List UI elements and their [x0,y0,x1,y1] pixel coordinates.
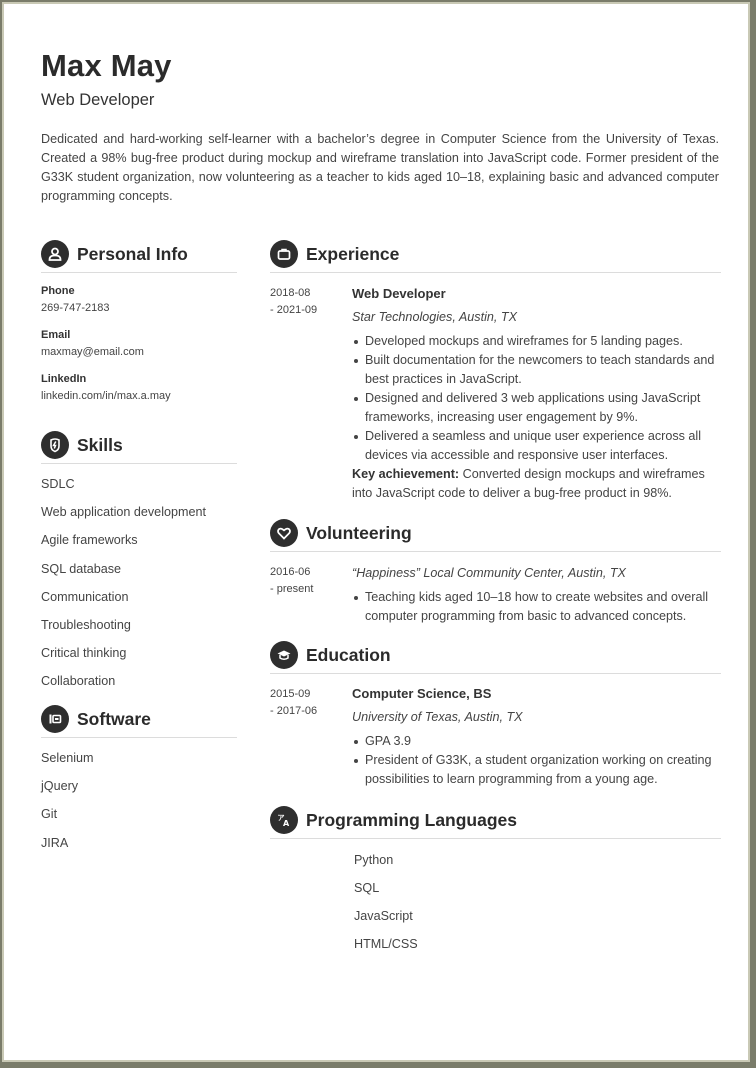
skill-item: Agile frameworks [41,533,138,548]
svg-text:A: A [283,819,290,828]
bullet-item: Built documentation for the newcomers to… [354,351,722,389]
section-volunteering: Volunteering [270,519,721,552]
language-item: HTML/CSS [354,937,418,951]
candidate-title: Web Developer [41,91,155,109]
graduation-cap-icon [270,641,298,669]
bullet-item: Developed mockups and wireframes for 5 l… [354,332,722,351]
heart-icon [270,519,298,547]
date-start: 2018-08 [270,287,311,299]
section-skills: Skills [41,431,237,464]
section-title: Skills [77,434,123,455]
education-bullets: GPA 3.9 President of G33K, a student org… [352,732,722,789]
volunteering-bullets: Teaching kids aged 10–18 how to create w… [352,588,722,626]
skill-item: Web application development [41,505,206,520]
job-title: Web Developer [352,286,446,301]
software-item: jQuery [41,779,79,794]
date-end: - 2017-06 [270,705,318,717]
key-achievement: Key achievement: Converted design mockup… [352,465,722,503]
lightning-shield-icon [41,431,69,459]
school: University of Texas, Austin, TX [352,710,523,724]
bullet-item: President of G33K, a student organizatio… [354,751,722,789]
software-list: Selenium jQuery Git JIRA [41,750,237,863]
section-title: Education [306,644,391,665]
date-start: 2015-09 [270,688,311,700]
date-end: - present [270,583,314,595]
section-title: Volunteering [306,522,412,543]
translate-icon: アA [270,806,298,834]
bullet-item: Delivered a seamless and unique user exp… [354,427,722,465]
section-title: Programming Languages [306,809,518,830]
language-item: Python [354,853,394,867]
software-item: Git [41,807,58,822]
email-label: Email [41,329,71,341]
skill-item: SDLC [41,477,75,491]
phone-value: 269-747-2183 [41,302,110,314]
volunteering-entry: “Happiness” Local Community Center, Aust… [352,559,722,626]
linkedin-value: linkedin.com/in/max.a.may [41,390,171,402]
resume-page: Max May Web Developer Dedicated and hard… [2,2,750,1062]
degree: Computer Science, BS [352,686,492,701]
section-title: Personal Info [77,243,188,264]
bullet-item: Teaching kids aged 10–18 how to create w… [354,588,722,626]
skill-item: Troubleshooting [41,617,131,632]
user-icon [41,240,69,268]
section-title: Software [77,708,151,729]
software-item: JIRA [41,835,69,850]
software-item: Selenium [41,751,94,765]
language-item: JavaScript [354,909,413,923]
bullet-item: GPA 3.9 [354,732,722,751]
experience-entry: Web Developer Star Technologies, Austin,… [352,285,722,503]
email-value: maxmay@email.com [41,346,144,358]
bullet-item: Designed and delivered 3 web application… [354,389,722,427]
volunteering-dates: 2016-06 - present [270,564,340,598]
skill-item: SQL database [41,561,122,576]
summary: Dedicated and hard-working self-learner … [41,132,719,203]
software-icon [41,705,69,733]
key-achievement-label: Key achievement: [352,467,460,481]
skill-item: Critical thinking [41,646,127,661]
skill-item: Communication [41,589,129,604]
candidate-name: Max May [41,48,172,83]
date-end: - 2021-09 [270,304,318,316]
section-personal-info: Personal Info [41,240,237,273]
skills-list: SDLC Web application development Agile f… [41,476,237,702]
employer: Star Technologies, Austin, TX [352,310,517,324]
section-title: Experience [306,243,400,264]
date-start: 2016-06 [270,566,311,578]
section-education: Education [270,641,721,674]
languages-list: Python SQL JavaScript HTML/CSS [354,852,654,964]
section-programming-languages: アA Programming Languages [270,806,721,839]
linkedin-label: LinkedIn [41,373,87,385]
section-software: Software [41,705,237,738]
section-experience: Experience [270,240,721,273]
job-bullets: Developed mockups and wireframes for 5 l… [352,332,722,465]
education-entry: Computer Science, BS University of Texas… [352,685,722,789]
education-dates: 2015-09 - 2017-06 [270,686,340,720]
briefcase-icon [270,240,298,268]
organization: “Happiness” Local Community Center, Aust… [352,566,626,580]
experience-dates: 2018-08 - 2021-09 [270,285,340,319]
phone-label: Phone [41,285,75,297]
language-item: SQL [354,881,380,895]
skill-item: Collaboration [41,674,116,689]
